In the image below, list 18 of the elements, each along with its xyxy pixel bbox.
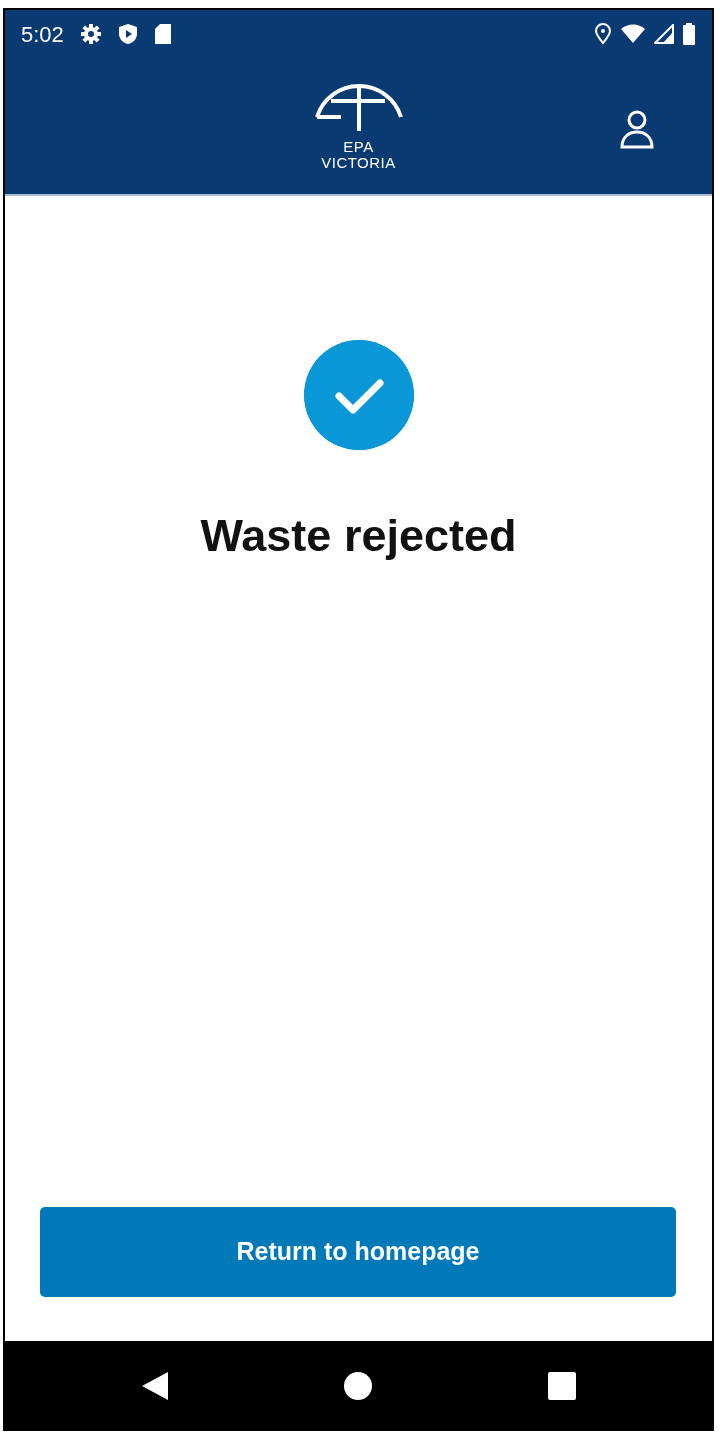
- logo-text: EPA: [342, 139, 375, 155]
- home-icon[interactable]: [344, 1372, 373, 1400]
- result-title: Waste rejected: [200, 509, 517, 563]
- battery-icon: [682, 23, 696, 45]
- logo-icon: [312, 81, 405, 131]
- location-icon: [594, 23, 612, 45]
- return-home-button[interactable]: Return to homepage: [40, 1207, 676, 1297]
- shield-icon: [117, 23, 138, 45]
- back-icon[interactable]: [140, 1371, 169, 1401]
- logo-text: VICTORIA: [321, 155, 396, 171]
- gear-icon: [79, 23, 102, 45]
- wifi-icon: [620, 24, 646, 44]
- clock: 5:02: [21, 20, 64, 49]
- profile-icon[interactable]: [620, 110, 654, 150]
- recents-icon[interactable]: [548, 1372, 577, 1400]
- sd-card-icon: [153, 23, 172, 45]
- signal-icon: [654, 24, 674, 44]
- checkmark-icon: [303, 340, 414, 450]
